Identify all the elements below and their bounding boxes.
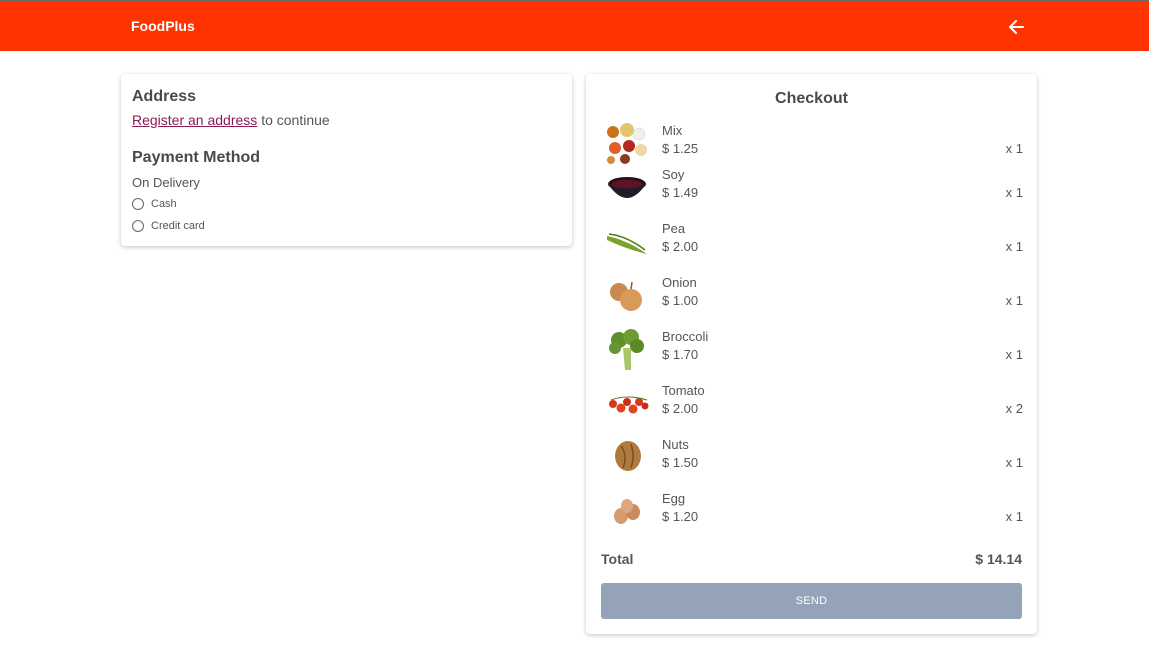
item-price: $ 2.00 bbox=[662, 239, 699, 254]
total-label: Total bbox=[601, 551, 634, 567]
item-name: Onion bbox=[662, 275, 697, 290]
broccoli-icon bbox=[609, 329, 644, 370]
credit-card-radio-option[interactable]: Credit card bbox=[132, 220, 205, 232]
address-prompt: Register an address to continue bbox=[132, 112, 330, 128]
payment-method-title: Payment Method bbox=[132, 149, 261, 166]
item-name: Nuts bbox=[662, 437, 689, 452]
item-price: $ 1.25 bbox=[662, 141, 699, 156]
cash-radio-option[interactable]: Cash bbox=[132, 198, 177, 210]
item-quantity: x 2 bbox=[1005, 401, 1023, 416]
send-button[interactable]: SEND bbox=[601, 583, 1022, 619]
item-price: $ 1.49 bbox=[662, 185, 699, 200]
item-quantity: x 1 bbox=[1005, 455, 1023, 470]
address-title: Address bbox=[132, 88, 197, 105]
address-payment-card: Address Register an address to continue … bbox=[121, 74, 572, 246]
item-quantity: x 1 bbox=[1005, 185, 1023, 200]
cart-item: Nuts $ 1.50 x 1 bbox=[601, 436, 1023, 480]
item-name: Broccoli bbox=[662, 329, 709, 344]
brand-title: FoodPlus bbox=[131, 18, 195, 34]
item-price: $ 2.00 bbox=[662, 401, 699, 416]
cart-item: Broccoli $ 1.70 x 1 bbox=[601, 328, 1023, 372]
item-name: Tomato bbox=[662, 383, 705, 398]
cart-item: Soy $ 1.49 x 1 bbox=[601, 166, 1023, 210]
cart-item: Egg $ 1.20 x 1 bbox=[601, 490, 1023, 534]
cash-radio[interactable] bbox=[132, 198, 144, 210]
item-name: Pea bbox=[662, 221, 686, 236]
item-price: $ 1.00 bbox=[662, 293, 699, 308]
soy-sauce-bowl-icon bbox=[608, 177, 646, 198]
arrow-left-icon bbox=[1009, 20, 1024, 34]
item-quantity: x 1 bbox=[1005, 239, 1023, 254]
item-name: Egg bbox=[662, 491, 686, 506]
item-name: Soy bbox=[662, 167, 685, 182]
cart-item: Pea $ 2.00 x 1 bbox=[601, 220, 1023, 264]
spice-mix-icon bbox=[607, 123, 647, 164]
checkout-title: Checkout bbox=[775, 90, 848, 107]
top-app-bar: FoodPlus bbox=[0, 0, 1149, 51]
payment-subtitle: On Delivery bbox=[132, 175, 200, 190]
back-button[interactable] bbox=[1003, 14, 1029, 40]
item-price: $ 1.20 bbox=[662, 509, 699, 524]
item-quantity: x 1 bbox=[1005, 509, 1023, 524]
item-quantity: x 1 bbox=[1005, 347, 1023, 362]
item-quantity: x 1 bbox=[1005, 141, 1023, 156]
item-name: Mix bbox=[662, 123, 683, 138]
register-address-link[interactable]: Register an address bbox=[132, 112, 257, 128]
cart-item: Mix $ 1.25 x 1 bbox=[601, 122, 1023, 166]
item-price: $ 1.70 bbox=[662, 347, 699, 362]
pea-pod-icon bbox=[607, 233, 647, 254]
egg-icon bbox=[614, 499, 640, 524]
walnut-icon bbox=[615, 441, 641, 471]
checkout-card: Checkout Mix $ 1.25 x 1 Soy $ 1.49 x 1 P… bbox=[586, 74, 1037, 634]
cherry-tomato-icon bbox=[609, 396, 649, 414]
continue-text: to continue bbox=[261, 112, 330, 128]
cash-radio-label: Cash bbox=[151, 198, 177, 210]
credit-card-radio-label: Credit card bbox=[151, 220, 205, 232]
cart-item: Tomato $ 2.00 x 2 bbox=[601, 382, 1023, 426]
onion-icon bbox=[610, 281, 642, 311]
credit-card-radio[interactable] bbox=[132, 220, 144, 232]
item-quantity: x 1 bbox=[1005, 293, 1023, 308]
total-value: $ 14.14 bbox=[975, 551, 1022, 567]
cart-item: Onion $ 1.00 x 1 bbox=[601, 274, 1023, 318]
item-price: $ 1.50 bbox=[662, 455, 699, 470]
